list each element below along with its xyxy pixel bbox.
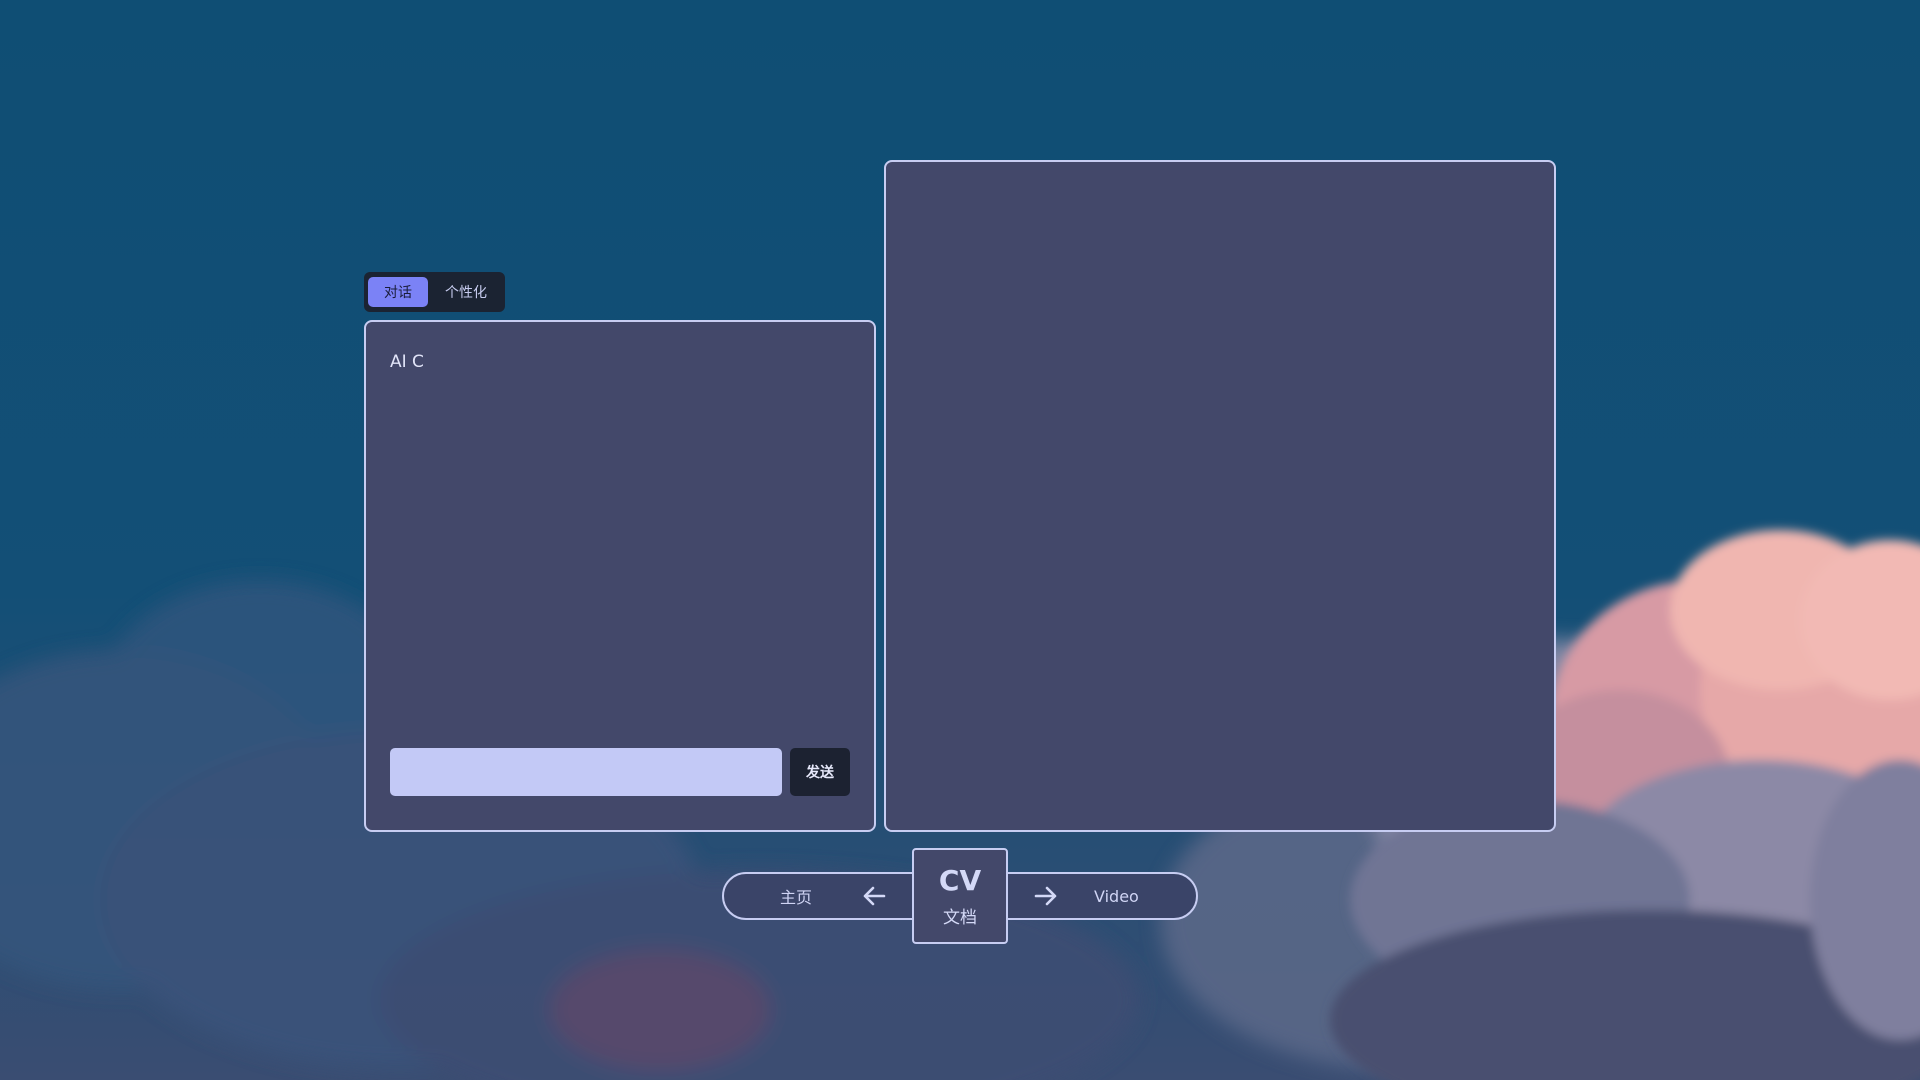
send-button[interactable]: 发送	[790, 748, 850, 796]
nav-cv-button[interactable]: CV 文档	[912, 848, 1008, 944]
chat-panel: AI C 发送	[364, 320, 876, 832]
tab-personalize[interactable]: 个性化	[431, 277, 501, 307]
tab-chat[interactable]: 对话	[368, 277, 428, 307]
arrow-left-icon[interactable]	[860, 882, 888, 910]
chat-message: AI C	[390, 352, 424, 372]
cv-subtitle: 文档	[943, 907, 977, 928]
tab-switcher: 对话 个性化	[364, 272, 505, 312]
nav-home-link[interactable]: 主页	[780, 872, 812, 920]
content-panel	[884, 160, 1556, 832]
nav-video-link[interactable]: Video	[1094, 872, 1139, 920]
cv-title: CV	[938, 863, 982, 897]
chat-input[interactable]	[390, 748, 782, 796]
arrow-right-icon[interactable]	[1032, 882, 1060, 910]
